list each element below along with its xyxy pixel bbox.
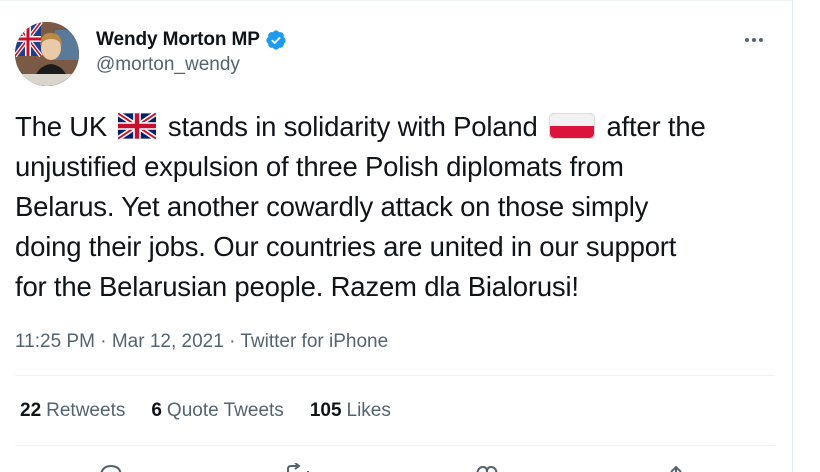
avatar[interactable]: [15, 22, 79, 86]
divider: [15, 375, 775, 376]
retweets-stat[interactable]: 22 Retweets: [20, 400, 125, 422]
likes-count: 105: [309, 400, 342, 421]
retweets-label: Retweets: [46, 400, 126, 421]
quote-tweets-count: 6: [151, 400, 162, 421]
quote-tweets-label: Quote Tweets: [166, 400, 284, 421]
column-border: [792, 0, 793, 472]
tweet: Wendy Morton MP @morton_wendy The UK sta…: [0, 0, 792, 472]
tweet-text-line: for the Belarusian people. Razem dla Bia…: [15, 271, 579, 302]
tweet-text-line: doing their jobs. Our countries are unit…: [15, 231, 677, 262]
avatar-image: [15, 22, 79, 86]
tweet-meta: 11:25 PM · Mar 12, 2021 · Twitter for iP…: [15, 331, 388, 353]
tweet-stats: 22 Retweets 6 Quote Tweets 105 Likes: [20, 400, 417, 422]
quote-tweets-stat[interactable]: 6 Quote Tweets: [151, 400, 283, 422]
tweet-text-line: Belarus. Yet another cowardly attack on …: [15, 191, 649, 222]
tweet-time[interactable]: 11:25 PM: [15, 331, 95, 352]
tweet-source[interactable]: Twitter for iPhone: [240, 331, 388, 352]
author-block: Wendy Morton MP @morton_wendy: [96, 28, 287, 76]
meta-dot: ·: [229, 331, 241, 352]
reply-icon[interactable]: [97, 463, 125, 472]
author-handle[interactable]: @morton_wendy: [96, 54, 287, 76]
tweet-text-line: unjustified expulsion of three Polish di…: [15, 151, 624, 182]
likes-stat[interactable]: 105 Likes: [310, 400, 391, 422]
share-icon[interactable]: [662, 463, 690, 472]
poland-flag-icon: [549, 113, 595, 139]
tweet-text: The UK stands in solidarity with Poland …: [15, 107, 775, 307]
divider: [15, 445, 775, 446]
retweets-count: 22: [20, 400, 42, 421]
author-name[interactable]: Wendy Morton MP: [96, 29, 260, 51]
tweet-date[interactable]: Mar 12, 2021: [112, 331, 224, 352]
action-bar: [0, 458, 792, 472]
uk-flag-icon: [118, 113, 157, 139]
meta-dot: ·: [100, 331, 112, 352]
name-row: Wendy Morton MP: [96, 28, 287, 52]
more-options-icon[interactable]: [738, 28, 770, 52]
like-icon[interactable]: [473, 463, 501, 472]
retweet-icon[interactable]: [284, 463, 312, 472]
tweet-text-line: The UK stands in solidarity with Poland …: [15, 111, 706, 142]
verified-badge-icon: [266, 30, 286, 50]
likes-label: Likes: [346, 400, 391, 421]
